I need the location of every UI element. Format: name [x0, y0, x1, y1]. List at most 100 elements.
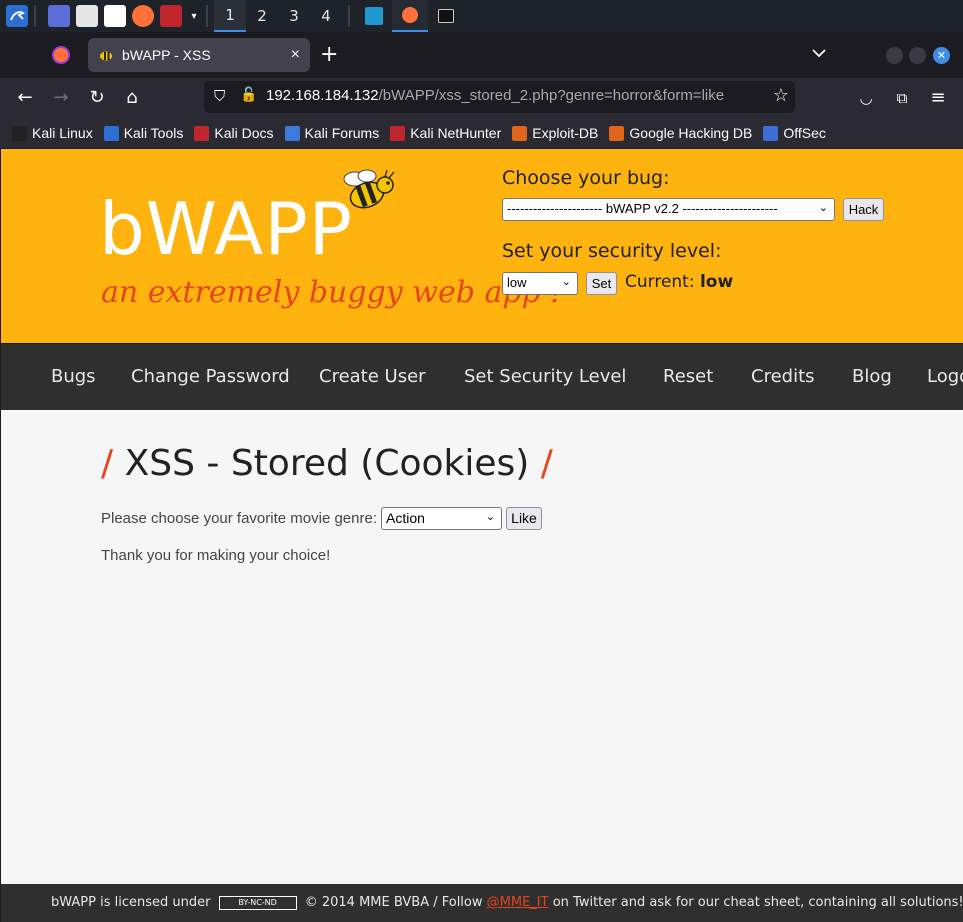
- menu-item-change-password[interactable]: Change Password: [131, 366, 290, 387]
- maximize-window-icon[interactable]: [909, 47, 926, 64]
- close-window-icon[interactable]: ✕: [933, 47, 950, 64]
- menu-item-bugs[interactable]: Bugs: [51, 366, 96, 387]
- set-security-button[interactable]: Set: [586, 272, 617, 295]
- chevron-down-icon: ⌄: [485, 511, 495, 523]
- footer-cheatsheet-text: on Twitter and ask for our cheat sheet, …: [552, 895, 963, 910]
- new-tab-icon[interactable]: +: [320, 42, 338, 67]
- workspace-4[interactable]: 4: [310, 0, 342, 32]
- bookmark-item[interactable]: Kali Forums: [284, 125, 380, 141]
- bookmark-item[interactable]: Google Hacking DB: [609, 125, 752, 141]
- tab-bwapp-xss[interactable]: bWAPP - XSS ×: [88, 38, 310, 72]
- url-host: 192.168.184.132: [266, 87, 379, 104]
- menu-item-logout[interactable]: Logout: [927, 366, 963, 387]
- reload-icon[interactable]: ↻: [85, 86, 109, 110]
- bookmark-favicon-icon: [284, 125, 300, 141]
- bookmark-label: Google Hacking DB: [629, 125, 753, 141]
- bookmark-item[interactable]: Kali Docs: [194, 125, 274, 141]
- bookmark-item[interactable]: OffSec: [763, 125, 826, 141]
- bookmark-label: Kali Linux: [32, 125, 93, 141]
- bookmark-label: Exploit-DB: [532, 125, 599, 141]
- bookmark-item[interactable]: Kali Linux: [12, 125, 93, 141]
- bookmark-label: Kali Docs: [214, 125, 274, 141]
- twitter-link[interactable]: @MME_IT: [487, 895, 549, 910]
- bookmark-favicon-icon: [763, 125, 779, 141]
- pocket-icon[interactable]: ◡: [854, 86, 878, 110]
- task-firefox-icon[interactable]: [392, 0, 428, 32]
- taskbar-separator: [206, 5, 208, 27]
- hamburger-menu-icon[interactable]: ≡: [926, 86, 950, 110]
- bookmark-favicon-icon: [390, 125, 406, 141]
- chevron-down-icon: ⌄: [818, 202, 828, 214]
- bookmark-label: Kali NetHunter: [410, 125, 502, 141]
- url-bar[interactable]: ⛉ 🔓 192.168.184.132/bWAPP/xss_stored_2.p…: [204, 81, 795, 113]
- minimize-window-icon[interactable]: [886, 47, 903, 64]
- choose-bug-label: Choose your bug:: [502, 167, 670, 189]
- terminal-launcher-icon[interactable]: [160, 5, 182, 27]
- firefox-view-icon[interactable]: [52, 46, 70, 64]
- bug-select[interactable]: ---------------------- bWAPP v2.2 ------…: [502, 198, 835, 221]
- list-all-tabs-icon[interactable]: [812, 46, 826, 62]
- genre-select[interactable]: Action ⌄: [381, 507, 502, 530]
- bookmark-star-icon[interactable]: ☆: [773, 85, 789, 106]
- kali-menu-icon[interactable]: [6, 5, 28, 27]
- security-select-value: low: [507, 275, 527, 290]
- menu-item-set-security-level[interactable]: Set Security Level: [464, 366, 626, 387]
- bookmark-item[interactable]: Kali Tools: [103, 125, 183, 141]
- taskbar-separator: [34, 5, 36, 27]
- title-slash-left: /: [101, 443, 114, 484]
- menu-item-credits[interactable]: Credits: [751, 366, 815, 387]
- current-label: Current:: [625, 272, 695, 292]
- close-tab-icon[interactable]: ×: [291, 46, 300, 64]
- footer-license-text: bWAPP is licensed under: [51, 895, 211, 910]
- current-security: Current: low: [625, 272, 733, 292]
- tab-title: bWAPP - XSS: [122, 47, 211, 63]
- menu-item-reset[interactable]: Reset: [663, 366, 713, 387]
- workspace-1[interactable]: 1: [214, 0, 246, 32]
- menu-item-blog[interactable]: Blog: [852, 366, 892, 387]
- url-path: /bWAPP/xss_stored_2.php?genre=horror&for…: [378, 87, 725, 104]
- page-title-text: XSS - Stored (Cookies): [124, 443, 530, 484]
- title-slash-right: /: [540, 443, 553, 484]
- site-logo[interactable]: bWAPP: [99, 187, 353, 271]
- site-header: bWAPP an extremely buggy web app ! Choos…: [1, 149, 963, 343]
- firefox-launcher-icon[interactable]: [132, 5, 154, 27]
- task-terminal-icon[interactable]: [428, 0, 464, 32]
- bookmark-favicon-icon: [103, 125, 119, 141]
- workspace-3[interactable]: 3: [278, 0, 310, 32]
- cc-license-badge[interactable]: BY-NC-ND: [218, 895, 297, 910]
- home-icon[interactable]: ⌂: [120, 86, 144, 110]
- insecure-lock-icon[interactable]: 🔓: [240, 87, 257, 103]
- security-level-select[interactable]: low ⌄: [502, 272, 578, 295]
- file-manager-icon[interactable]: [76, 5, 98, 27]
- page-title: / XSS - Stored (Cookies) /: [101, 443, 553, 484]
- task-app-icon[interactable]: [356, 0, 392, 32]
- os-taskbar: ▾ 1 2 3 4: [0, 0, 963, 32]
- bookmark-favicon-icon: [194, 125, 210, 141]
- bee-logo-icon: [341, 167, 399, 217]
- result-message: Thank you for making your choice!: [101, 547, 331, 564]
- taskbar-separator: [348, 5, 350, 27]
- security-level-label: Set your security level:: [502, 240, 722, 262]
- bookmark-label: OffSec: [783, 125, 826, 141]
- bookmark-label: Kali Forums: [304, 125, 380, 141]
- bookmark-item[interactable]: Exploit-DB: [512, 125, 598, 141]
- shield-icon[interactable]: ⛉: [214, 87, 225, 105]
- back-icon[interactable]: ←: [13, 86, 37, 110]
- bookmark-favicon-icon: [12, 125, 27, 141]
- extensions-icon[interactable]: ⧉: [890, 86, 914, 110]
- menu-item-create-user[interactable]: Create User: [319, 366, 426, 387]
- chevron-down-icon[interactable]: ▾: [188, 5, 200, 27]
- footer-copyright-text: © 2014 MME BVBA / Follow: [304, 895, 483, 910]
- workspace-2[interactable]: 2: [246, 0, 278, 32]
- bookmark-item[interactable]: Kali NetHunter: [390, 125, 501, 141]
- hack-button[interactable]: Hack: [843, 198, 884, 221]
- main-menu: Bugs Change Password Create User Set Sec…: [1, 343, 963, 410]
- show-desktop-icon[interactable]: [48, 5, 70, 27]
- like-button[interactable]: Like: [506, 507, 542, 530]
- genre-prompt: Please choose your favorite movie genre:: [101, 510, 377, 527]
- web-page: bWAPP an extremely buggy web app ! Choos…: [1, 149, 963, 922]
- forward-icon[interactable]: →: [49, 86, 73, 110]
- text-editor-icon[interactable]: [104, 5, 126, 27]
- bug-select-value: ---------------------- bWAPP v2.2 ------…: [507, 201, 778, 216]
- url-text: 192.168.184.132/bWAPP/xss_stored_2.php?g…: [266, 87, 724, 104]
